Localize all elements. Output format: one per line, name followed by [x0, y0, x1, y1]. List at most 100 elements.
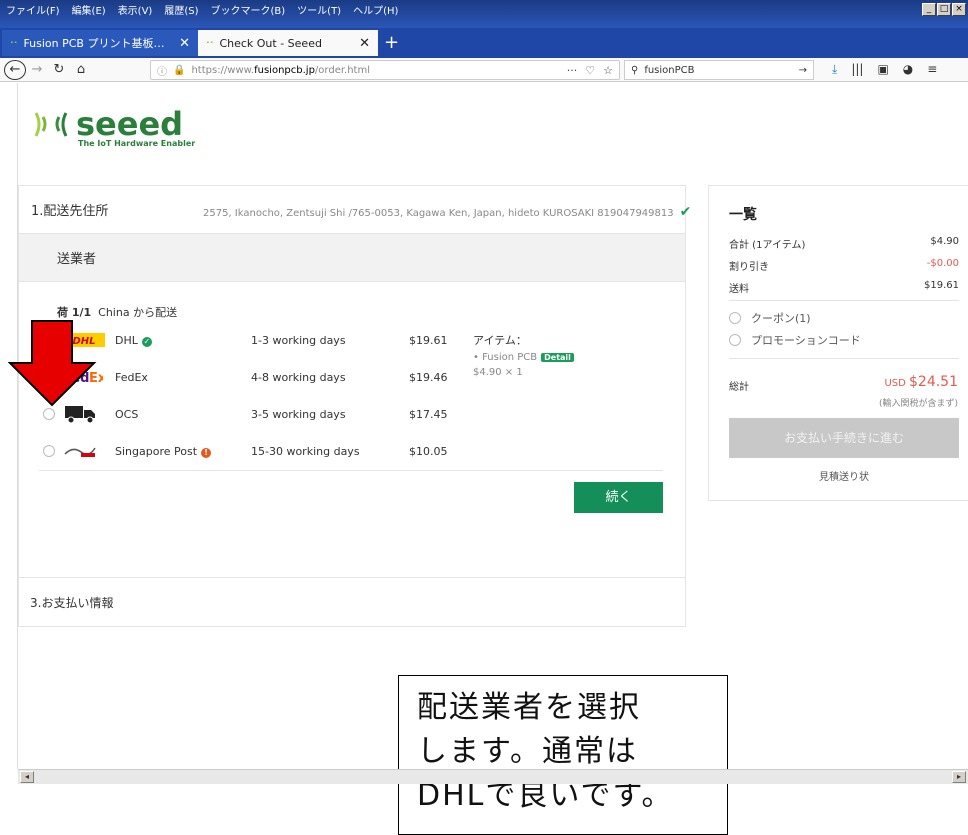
step-label: 1.配送先住所 [31, 204, 109, 219]
forward-arrow-icon[interactable]: → [26, 62, 48, 77]
pocket-icon[interactable]: ♡ [585, 64, 595, 77]
url-actions: ··· ♡ ☆ [567, 64, 613, 77]
carrier-price: $19.46 [409, 370, 448, 384]
item-line: • Fusion PCB Detail [473, 352, 574, 363]
carrier-row-dhl[interactable]: DHL DHL ✓ 1-3 working days $19.61 [43, 330, 463, 350]
page-actions-icon[interactable]: ··· [567, 64, 578, 77]
extension-icon[interactable]: ◕ [903, 62, 913, 77]
package-info: 荷 1/1 China から配送 [57, 304, 177, 320]
url-bar[interactable]: ⓘ 🔒 https://www.fusionpcb.jp/order.html … [150, 60, 620, 80]
horizontal-scrollbar[interactable]: ◂ ▸ [18, 769, 968, 784]
menu-bar: ファイル(F) 編集(E) 表示(V) 履歴(S) ブックマーク(B) ツール(… [0, 0, 968, 28]
coupon-radio[interactable] [729, 312, 741, 324]
annotation-callout: 配送業者を選択 します。通常は DHLで良いです。 [398, 675, 728, 835]
logo-tagline: The IoT Hardware Enabler [78, 139, 196, 148]
proceed-to-payment-button[interactable]: お支払い手続きに進む [729, 418, 959, 458]
close-window-button[interactable]: × [952, 3, 966, 16]
search-bar[interactable]: ⚲ fusionPCB → [624, 60, 814, 80]
scroll-left-icon[interactable]: ◂ [20, 771, 34, 783]
summary-title: 一覧 [729, 207, 757, 223]
home-icon[interactable]: ⌂ [70, 62, 92, 77]
carrier-row-singapore-post[interactable]: Singapore Post! 15-30 working days $10.0… [43, 441, 463, 461]
search-value: fusionPCB [644, 64, 695, 76]
item-price: $4.90 × 1 [473, 367, 523, 378]
back-arrow-icon[interactable]: ← [4, 59, 26, 80]
summary-discount: 割り引き -$0.00 [729, 258, 959, 273]
tab-title: Check Out - Seeed [219, 36, 322, 50]
library-icon[interactable]: ||| [851, 62, 863, 77]
carrier-days: 3-5 working days [251, 407, 346, 421]
seeed-leaf-icon [34, 112, 68, 137]
logo-wordmark: seeed [76, 105, 184, 143]
menu-view[interactable]: 表示(V) [118, 2, 153, 17]
url-text: https://www.fusionpcb.jp/order.html [191, 64, 370, 76]
menu-edit[interactable]: 編集(E) [72, 2, 106, 17]
step-label: 3.お支払い情報 [30, 596, 114, 610]
bookmark-star-icon[interactable]: ☆ [603, 64, 613, 77]
tab-bar: ᐧᐧ Fusion PCB プリント基板の製造・ ✕ ᐧᐧ Check Out … [0, 28, 968, 58]
carrier-name: DHL ✓ [115, 333, 152, 347]
window-controls: _ □ × [922, 3, 966, 16]
nav-bar: ← → ↻ ⌂ ⓘ 🔒 https://www.fusionpcb.jp/ord… [0, 58, 968, 82]
promo-option[interactable]: プロモーションコード [729, 332, 861, 348]
step-carrier: 送業者 [19, 234, 685, 282]
shipping-address-text: 2575, Ikanocho, Zentsuji Shi /765-0053, … [203, 204, 692, 220]
close-icon[interactable]: ✕ [179, 36, 190, 51]
summary-subtotal: 合計 (1アイテム) $4.90 [729, 236, 959, 251]
step-shipping-address[interactable]: 1.配送先住所 2575, Ikanocho, Zentsuji Shi /76… [19, 186, 691, 234]
close-icon[interactable]: ✕ [359, 36, 370, 51]
tab-title: Fusion PCB プリント基板の製造・ [23, 37, 173, 50]
minimize-button[interactable]: _ [922, 3, 936, 16]
download-icon[interactable]: ⤓ [832, 62, 837, 77]
carrier-price: $17.45 [409, 407, 448, 421]
hamburger-menu-icon[interactable]: ≡ [927, 62, 937, 77]
menu-bookmarks[interactable]: ブックマーク(B) [211, 2, 286, 17]
carrier-days: 4-8 working days [251, 370, 346, 384]
search-go-icon[interactable]: → [799, 65, 807, 76]
detail-button[interactable]: Detail [541, 353, 574, 362]
quote-link[interactable]: 見積送り状 [729, 468, 959, 483]
items-label: アイテム： [473, 334, 527, 347]
singapore-post-logo-icon [63, 441, 97, 461]
carrier-name: FedEx [115, 370, 148, 384]
callout-line: します。通常は [417, 734, 638, 769]
sidebar-icon[interactable]: ▣ [877, 62, 888, 77]
maximize-button[interactable]: □ [937, 3, 951, 16]
info-icon[interactable]: ✓ [141, 336, 152, 347]
page-content: seeed The IoT Hardware Enabler 1.配送先住所 2… [0, 83, 968, 835]
continue-button[interactable]: 続く [574, 482, 663, 513]
tab-checkout[interactable]: ᐧᐧ Check Out - Seeed ✕ [198, 30, 378, 56]
order-summary: 一覧 合計 (1アイテム) $4.90 割り引き -$0.00 送料 $19.61 ク… [708, 185, 968, 501]
carrier-row-ocs[interactable]: OCS 3-5 working days $17.45 [43, 404, 463, 424]
menu-history[interactable]: 履歴(S) [164, 2, 198, 17]
red-arrow-annotation-icon [8, 320, 97, 407]
coupon-option[interactable]: クーポン(1) [729, 310, 811, 326]
checkout-panel: 1.配送先住所 2575, Ikanocho, Zentsuji Shi /76… [18, 185, 691, 627]
seeed-logo[interactable]: seeed The IoT Hardware Enabler [32, 105, 195, 148]
summary-divider [729, 300, 959, 301]
carrier-radio[interactable] [43, 408, 55, 420]
summary-shipping: 送料 $19.61 [729, 280, 959, 295]
total-label: 総計 [729, 382, 749, 393]
page-left-edge [0, 83, 18, 769]
warning-icon[interactable]: ! [201, 447, 212, 458]
carrier-name: OCS [115, 407, 139, 421]
carrier-radio[interactable] [43, 445, 55, 457]
promo-radio[interactable] [729, 334, 741, 346]
reload-icon[interactable]: ↻ [48, 62, 70, 77]
step-payment-info[interactable]: 3.お支払い情報 [18, 577, 686, 627]
scroll-right-icon[interactable]: ▸ [952, 771, 966, 783]
carrier-price: $10.05 [409, 444, 448, 458]
tab-fusion-pcb[interactable]: ᐧᐧ Fusion PCB プリント基板の製造・ ✕ [2, 30, 198, 56]
menu-tools[interactable]: ツール(T) [297, 2, 341, 17]
step-label: 送業者 [57, 252, 97, 267]
seeed-favicon-icon: ᐧᐧ [206, 36, 214, 50]
divider [39, 470, 663, 471]
carrier-row-fedex[interactable]: FedEx FedEx 4-8 working days $19.46 [43, 367, 463, 387]
menu-file[interactable]: ファイル(F) [6, 2, 60, 17]
check-icon: ✔ [679, 204, 692, 220]
toolbar-icons: ⤓ ||| ▣ ◕ ≡ [832, 62, 937, 77]
menu-help[interactable]: ヘルプ(H) [353, 2, 398, 17]
info-icon[interactable]: ⓘ [157, 63, 167, 78]
new-tab-icon[interactable]: + [384, 32, 399, 53]
